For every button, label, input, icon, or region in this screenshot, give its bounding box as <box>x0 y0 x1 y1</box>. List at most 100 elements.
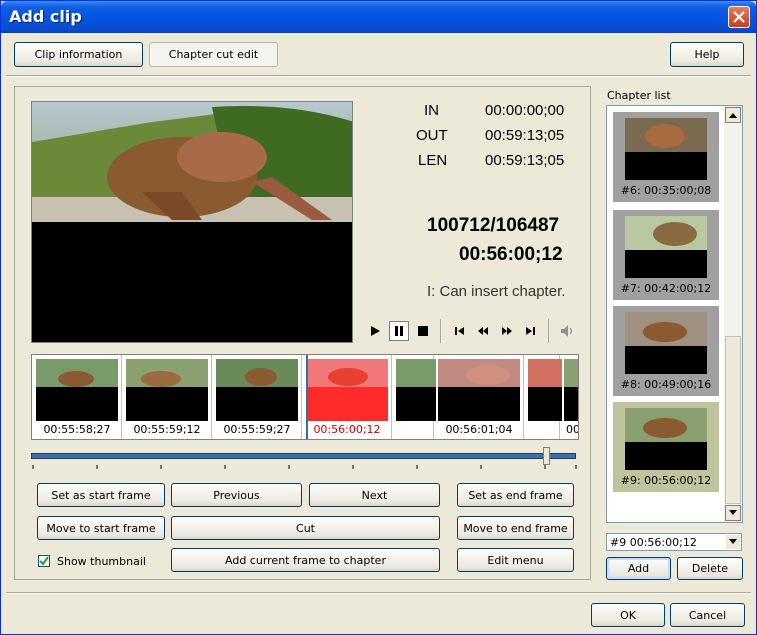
checkmark-icon <box>39 556 49 566</box>
chapter-item[interactable]: #6: 00:35:00;08 <box>613 112 719 202</box>
stop-button[interactable] <box>413 321 433 341</box>
title-bar[interactable]: Add clip <box>1 1 756 33</box>
len-label: LEN <box>418 152 448 169</box>
arrow-down-icon <box>729 510 737 515</box>
tab-clip-information[interactable]: Clip information <box>14 42 143 67</box>
cancel-button[interactable]: Cancel <box>670 603 745 627</box>
filmstrip[interactable]: 00:55:58;27 00:55:59;12 00:55:59;27 00:5… <box>31 354 579 440</box>
dropdown-button[interactable] <box>726 535 740 549</box>
current-frame-marker <box>306 355 308 439</box>
divider <box>6 592 751 594</box>
frame-thumbnail <box>564 359 578 421</box>
rewind-icon <box>478 327 488 335</box>
fast-forward-icon <box>502 327 512 335</box>
film-frame[interactable]: 00:55:58;27 <box>32 355 122 439</box>
film-frame[interactable]: 00:55:59;27 <box>212 355 302 439</box>
pause-button[interactable] <box>389 321 409 341</box>
frame-thumbnail <box>306 359 388 421</box>
toolbar-separator <box>440 319 441 343</box>
frame-timecode: 00:55:58;27 <box>43 423 111 436</box>
previous-frame-button[interactable] <box>449 321 469 341</box>
out-label: OUT <box>416 127 448 144</box>
film-frame[interactable]: 00:56:01;04 <box>434 355 524 439</box>
frame-thumbnail <box>216 359 298 421</box>
scroll-up-button[interactable] <box>725 107 741 123</box>
in-timecode: 00:00:00;00 <box>485 102 565 119</box>
film-frame[interactable] <box>524 355 562 439</box>
in-label: IN <box>424 102 439 119</box>
close-icon <box>733 11 745 23</box>
chapter-item-selected[interactable]: #9: 00:56:00;12 <box>613 402 719 492</box>
divider <box>6 75 751 77</box>
chevron-down-icon <box>729 539 737 544</box>
current-timecode: 00:56:00;12 <box>459 244 563 265</box>
add-chapter-button[interactable]: Add <box>606 557 671 580</box>
frame-thumbnail <box>396 359 436 421</box>
chapter-timecode: #9: 00:56:00;12 <box>620 474 712 487</box>
toolbar-separator <box>548 319 549 343</box>
chapter-timecode: #6: 00:35:00;08 <box>620 184 712 197</box>
len-timecode: 00:59:13;05 <box>485 152 565 169</box>
previous-button[interactable]: Previous <box>171 483 302 507</box>
window-title: Add clip <box>9 7 82 26</box>
timeline-slider[interactable] <box>31 453 576 459</box>
chapter-thumbnail <box>625 216 707 278</box>
pause-icon <box>395 326 403 336</box>
step-forward-icon <box>526 327 535 335</box>
move-to-start-frame-button[interactable]: Move to start frame <box>37 516 165 540</box>
edit-menu-button[interactable]: Edit menu <box>457 548 574 572</box>
add-clip-window: Add clip Clip information Chapter cut ed… <box>0 0 757 635</box>
chapter-item[interactable]: #7: 00:42:00;12 <box>613 210 719 300</box>
chapter-thumbnail <box>625 118 707 180</box>
timeline-ticks <box>32 465 577 469</box>
delete-chapter-button[interactable]: Delete <box>677 557 743 580</box>
frame-timecode: 00:56:00;12 <box>313 423 381 436</box>
chapter-timecode: #7: 00:42:00;12 <box>620 282 712 295</box>
frame-thumbnail <box>36 359 118 421</box>
frame-timecode: 00:55:59;12 <box>133 423 201 436</box>
chapter-list[interactable]: #6: 00:35:00;08 #7: 00:42:00;12 #8: 00:4… <box>606 105 743 523</box>
chapter-thumbnail <box>625 312 707 374</box>
chapter-timecode: #8: 00:49:00;16 <box>620 378 712 391</box>
close-button[interactable] <box>728 6 750 28</box>
out-timecode: 00:59:13;05 <box>485 127 565 144</box>
frame-timecode: 00:55:59;27 <box>223 423 291 436</box>
speaker-icon <box>561 325 573 337</box>
scroll-down-button[interactable] <box>725 505 741 521</box>
film-frame[interactable]: 00 <box>560 355 579 439</box>
scrollbar-thumb[interactable] <box>725 336 741 504</box>
show-thumbnail-checkbox[interactable] <box>38 555 50 567</box>
rewind-button[interactable] <box>473 321 493 341</box>
frame-timecode: 00 <box>566 423 579 436</box>
chapter-thumbnail <box>625 408 707 470</box>
show-thumbnail-label: Show thumbnail <box>57 555 146 568</box>
fast-forward-button[interactable] <box>497 321 517 341</box>
frame-timecode: 00:56:01;04 <box>445 423 513 436</box>
frame-thumbnail <box>438 359 520 421</box>
chapter-item[interactable]: #8: 00:49:00;16 <box>613 306 719 396</box>
add-current-frame-button[interactable]: Add current frame to chapter <box>171 548 440 572</box>
film-frame[interactable] <box>392 355 436 439</box>
next-frame-button[interactable] <box>521 321 541 341</box>
film-frame[interactable]: 00:55:59;12 <box>122 355 212 439</box>
set-as-start-frame-button[interactable]: Set as start frame <box>37 483 165 507</box>
volume-button[interactable] <box>557 321 577 341</box>
set-as-end-frame-button[interactable]: Set as end frame <box>457 483 574 507</box>
tab-chapter-cut-edit[interactable]: Chapter cut edit <box>149 42 278 67</box>
help-button[interactable]: Help <box>670 42 744 67</box>
chapter-select[interactable]: #9 00:56:00;12 <box>606 533 742 551</box>
move-to-end-frame-button[interactable]: Move to end frame <box>457 516 574 540</box>
step-back-icon <box>455 327 464 335</box>
chapter-list-scrollbar[interactable] <box>724 106 742 522</box>
stop-icon <box>418 326 428 336</box>
status-message: I: Can insert chapter. <box>427 283 566 300</box>
video-preview <box>31 101 353 343</box>
ok-button[interactable]: OK <box>591 603 665 627</box>
play-icon <box>371 326 380 336</box>
cut-button[interactable]: Cut <box>171 516 440 540</box>
film-frame-current[interactable]: 00:56:00;12 <box>302 355 392 439</box>
play-button[interactable] <box>365 321 385 341</box>
chapter-select-value: #9 00:56:00;12 <box>610 536 697 549</box>
chapter-list-label: Chapter list <box>607 89 671 102</box>
next-button[interactable]: Next <box>309 483 440 507</box>
